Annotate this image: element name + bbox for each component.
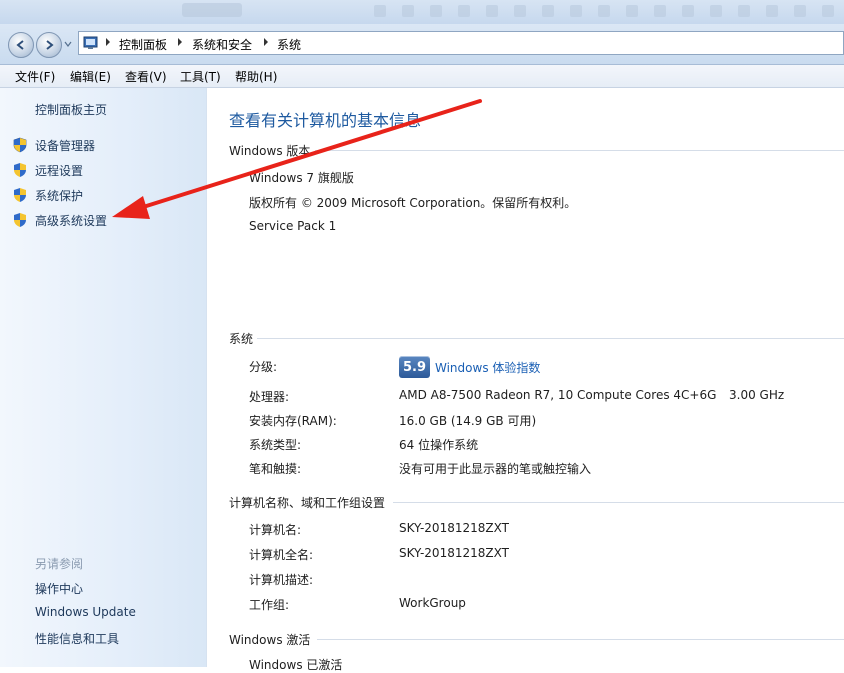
- blurred-toolbar-icon: [682, 5, 694, 17]
- breadcrumb-chevron-icon[interactable]: [177, 37, 183, 47]
- blurred-toolbar-icon: [598, 5, 610, 17]
- see-also-heading: 另请参阅: [35, 557, 84, 571]
- rating-label: 分级:: [249, 360, 278, 374]
- menu-help[interactable]: 帮助(H): [235, 68, 277, 85]
- uac-shield-icon: [14, 163, 26, 177]
- menu-edit[interactable]: 编辑(E): [70, 68, 111, 85]
- address-bar[interactable]: 控制面板 系统和安全 系统: [78, 31, 844, 55]
- task-device-manager[interactable]: 设备管理器: [12, 136, 95, 154]
- pen-touch-value: 没有可用于此显示器的笔或触控输入: [399, 462, 592, 476]
- forward-button[interactable]: [36, 32, 62, 58]
- recent-pages-dropdown-icon[interactable]: [64, 40, 72, 48]
- breadcrumb-control-panel[interactable]: 控制面板: [119, 36, 167, 53]
- blurred-toolbar-icon: [486, 5, 498, 17]
- arrow-right-icon: [46, 40, 54, 50]
- blurred-toolbar-icon: [570, 5, 582, 17]
- page-title: 查看有关计算机的基本信息: [229, 111, 422, 130]
- uac-shield-icon: [14, 213, 26, 227]
- section-divider: [317, 639, 844, 640]
- edition-heading: Windows 版本: [229, 144, 311, 158]
- section-divider: [257, 338, 844, 339]
- navigation-bar: 控制面板 系统和安全 系统: [0, 24, 844, 65]
- task-advanced-system-settings[interactable]: 高级系统设置: [12, 211, 107, 229]
- ram-label: 安装内存(RAM):: [249, 414, 337, 428]
- menu-view[interactable]: 查看(V): [125, 68, 167, 85]
- section-divider: [315, 150, 844, 151]
- system-type-label: 系统类型:: [249, 438, 302, 452]
- system-type-value: 64 位操作系统: [399, 438, 479, 452]
- section-divider: [393, 502, 844, 503]
- task-system-protection[interactable]: 系统保护: [12, 186, 83, 204]
- menu-tools[interactable]: 工具(T): [180, 68, 221, 85]
- back-button[interactable]: [8, 32, 34, 58]
- task-label: 高级系统设置: [35, 213, 108, 228]
- edition-copyright: 版权所有 © 2009 Microsoft Corporation。保留所有权利…: [249, 196, 577, 210]
- breadcrumb-system[interactable]: 系统: [277, 36, 301, 53]
- menu-file[interactable]: 文件(F): [15, 68, 55, 85]
- edition-name: Windows 7 旗舰版: [249, 171, 354, 185]
- computer-description-label: 计算机描述:: [249, 573, 314, 587]
- processor-label: 处理器:: [249, 390, 290, 404]
- control-panel-icon: [83, 36, 98, 49]
- activation-status: Windows 已激活: [249, 658, 343, 672]
- experience-index-badge: 5.9: [399, 356, 430, 378]
- pen-touch-label: 笔和触摸:: [249, 462, 302, 476]
- processor-speed: 3.00 GHz: [729, 388, 785, 402]
- performance-info-link[interactable]: 性能信息和工具: [35, 630, 119, 647]
- blurred-toolbar-icon: [626, 5, 638, 17]
- blurred-toolbar-icon: [430, 5, 442, 17]
- arrow-left-icon: [16, 40, 24, 50]
- task-label: 设备管理器: [35, 138, 96, 153]
- task-remote-settings[interactable]: 远程设置: [12, 161, 83, 179]
- workgroup-label: 工作组:: [249, 598, 290, 612]
- computer-fullname-label: 计算机全名:: [249, 548, 314, 562]
- blurred-toolbar-icon: [654, 5, 666, 17]
- ram-value: 16.0 GB (14.9 GB 可用): [399, 414, 537, 428]
- activation-heading: Windows 激活: [229, 633, 311, 647]
- blurred-toolbar-icon: [710, 5, 722, 17]
- blurred-toolbar-icon: [822, 5, 834, 17]
- uac-shield-icon: [14, 188, 26, 202]
- window-title-strip: [0, 0, 844, 24]
- blurred-toolbar-icon: [374, 5, 386, 17]
- menu-bar: 文件(F) 编辑(E) 查看(V) 工具(T) 帮助(H): [0, 65, 844, 88]
- blurred-toolbar-icon: [766, 5, 778, 17]
- blurred-toolbar-icon: [542, 5, 554, 17]
- system-heading: 系统: [229, 332, 254, 346]
- computer-fullname-value: SKY-20181218ZXT: [399, 546, 509, 560]
- breadcrumb-system-security[interactable]: 系统和安全: [192, 36, 252, 53]
- uac-shield-icon: [13, 137, 27, 153]
- blurred-toolbar-icon: [458, 5, 470, 17]
- navigation-pane: 控制面板主页 设备管理器 远程设置 系统保护 高级系统设置 另请参阅 操作中心 …: [0, 88, 207, 667]
- breadcrumb-chevron-icon[interactable]: [263, 37, 269, 47]
- main-content: 查看有关计算机的基本信息 Windows 版本 Windows 7 旗舰版 版权…: [207, 88, 844, 672]
- workgroup-value: WorkGroup: [399, 596, 466, 610]
- computer-name-label: 计算机名:: [249, 523, 302, 537]
- task-label: 系统保护: [35, 188, 84, 203]
- blurred-toolbar-icon: [738, 5, 750, 17]
- experience-index-link[interactable]: Windows 体验指数: [435, 359, 540, 376]
- computer-name-value: SKY-20181218ZXT: [399, 521, 509, 535]
- blurred-toolbar-icon: [402, 5, 414, 17]
- service-pack: Service Pack 1: [249, 219, 337, 233]
- action-center-link[interactable]: 操作中心: [35, 580, 83, 597]
- blurred-toolbar-icon: [514, 5, 526, 17]
- blurred-title: [182, 3, 242, 17]
- control-panel-home-link[interactable]: 控制面板主页: [35, 101, 107, 118]
- windows-update-link[interactable]: Windows Update: [35, 605, 136, 619]
- breadcrumb-chevron-icon[interactable]: [105, 37, 111, 47]
- blurred-toolbar-icon: [794, 5, 806, 17]
- computer-name-heading: 计算机名称、域和工作组设置: [229, 496, 386, 510]
- task-label: 远程设置: [35, 163, 84, 178]
- processor-value: AMD A8-7500 Radeon R7, 10 Compute Cores …: [399, 388, 717, 402]
